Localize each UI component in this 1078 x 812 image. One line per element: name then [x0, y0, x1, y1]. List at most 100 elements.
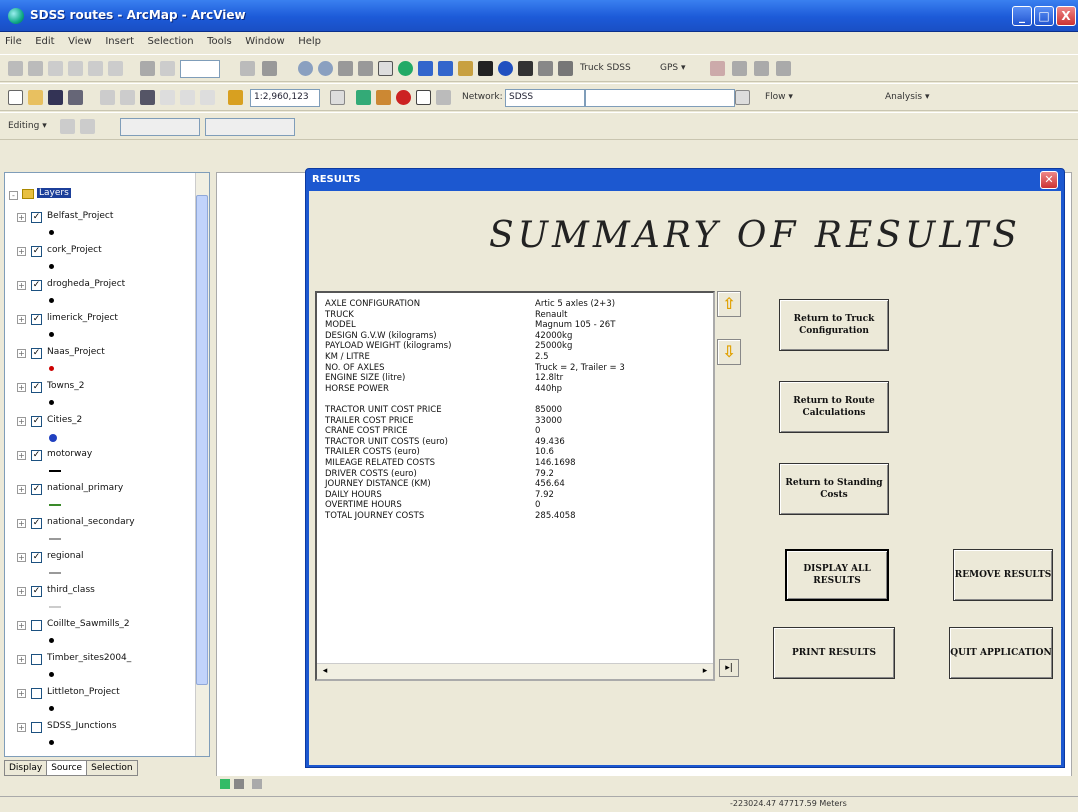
scroll-up-arrow-button[interactable]: ⇧ [717, 291, 741, 317]
tool-icon[interactable] [88, 61, 103, 76]
editing-menu[interactable]: Editing ▾ [8, 121, 47, 131]
analysis-menu[interactable]: Analysis ▾ [885, 92, 929, 102]
results-list[interactable]: AXLE CONFIGURATION Artic 5 axles (2+3) TRU… [315, 291, 715, 681]
close-window-button[interactable]: X [1056, 6, 1076, 26]
minimize-button[interactable]: _ [1012, 6, 1032, 26]
layer-name[interactable]: Coillte_Sawmills_2 [47, 619, 130, 629]
expand-toggle[interactable]: + [17, 213, 26, 222]
layer-visibility-checkbox[interactable] [31, 688, 42, 699]
results-hscrollbar[interactable]: ◂ ▸ [317, 663, 713, 679]
return-to-truck-button[interactable]: Return to Truck Configuration [779, 299, 889, 351]
expand-toggle[interactable]: + [17, 553, 26, 562]
layer-name[interactable]: national_secondary [47, 517, 135, 527]
scroll-left-arrow[interactable]: ◂ [318, 665, 332, 678]
print-icon[interactable] [68, 90, 83, 105]
tab-display[interactable]: Display [4, 760, 48, 776]
layer-name[interactable]: drogheda_Project [47, 279, 125, 289]
layer-visibility-checkbox[interactable]: ✓ [31, 246, 42, 257]
fixed-zoom-icon[interactable] [338, 61, 353, 76]
layer-visibility-checkbox[interactable]: ✓ [31, 416, 42, 427]
expand-toggle[interactable]: + [17, 383, 26, 392]
identify-icon[interactable] [498, 61, 513, 76]
scale-dropdown-icon[interactable] [330, 90, 345, 105]
cut-icon[interactable] [100, 90, 115, 105]
expand-toggle[interactable]: + [17, 281, 26, 290]
layer-name[interactable]: Cities_2 [47, 415, 82, 425]
layer-visibility-checkbox[interactable] [31, 620, 42, 631]
measure-icon[interactable] [538, 61, 553, 76]
expand-toggle[interactable]: + [17, 723, 26, 732]
network-dropdown-icon[interactable] [735, 90, 750, 105]
maximize-button[interactable]: □ [1034, 6, 1054, 26]
tool-icon[interactable] [754, 61, 769, 76]
toc-layer-item[interactable]: + ✓ limerick_Project [17, 313, 197, 351]
full-extent-icon[interactable] [398, 61, 413, 76]
toc-layer-item[interactable]: + Littleton_Project [17, 687, 197, 725]
select-elements-icon[interactable] [478, 61, 493, 76]
select-features-icon[interactable] [458, 61, 473, 76]
tool-icon[interactable] [776, 61, 791, 76]
print-results-button[interactable]: PRINT RESULTS [773, 627, 895, 679]
toc-layer-item[interactable]: + ✓ regional [17, 551, 197, 589]
expand-toggle[interactable]: + [17, 519, 26, 528]
tool-icon[interactable] [108, 61, 123, 76]
expand-toggle[interactable]: + [17, 417, 26, 426]
layer-visibility-checkbox[interactable] [31, 654, 42, 665]
task-select[interactable] [120, 118, 200, 136]
layer-name[interactable]: cork_Project [47, 245, 102, 255]
toc-layer-item[interactable]: + ✓ Naas_Project [17, 347, 197, 385]
layer-name[interactable]: Naas_Project [47, 347, 105, 357]
layer-name[interactable]: Belfast_Project [47, 211, 113, 221]
layer-name[interactable]: limerick_Project [47, 313, 118, 323]
toc-layer-item[interactable]: + ✓ Belfast_Project [17, 211, 197, 249]
tool-icon[interactable] [160, 61, 175, 76]
dialog-close-button[interactable]: ✕ [1040, 171, 1058, 189]
expand-toggle[interactable]: + [17, 587, 26, 596]
new-document-icon[interactable] [8, 90, 23, 105]
toc-layer-item[interactable]: + ✓ third_class [17, 585, 197, 623]
scroll-right-arrow[interactable]: ▸ [698, 665, 712, 678]
whats-this-icon[interactable] [436, 90, 451, 105]
expand-toggle[interactable]: + [17, 655, 26, 664]
add-data-icon[interactable] [228, 90, 243, 105]
return-to-standing-button[interactable]: Return to Standing Costs [779, 463, 889, 515]
quit-application-button[interactable]: QUIT APPLICATION [949, 627, 1053, 679]
data-view-icon[interactable] [220, 779, 230, 789]
scroll-down-arrow-button[interactable]: ⇩ [717, 339, 741, 365]
scroll-end-button[interactable]: ▸| [719, 659, 739, 677]
menu-window[interactable]: Window [240, 33, 289, 50]
tool-icon[interactable] [732, 61, 747, 76]
zoom-out-icon[interactable] [318, 61, 333, 76]
menu-tools[interactable]: Tools [202, 33, 237, 50]
collapse-toggle[interactable]: - [9, 191, 18, 200]
toc-layer-item[interactable]: + Timber_sites2004_ [17, 653, 197, 691]
toc-layer-item[interactable]: + ✓ national_primary [17, 483, 197, 521]
toc-layer-item[interactable]: + ✓ Towns_2 [17, 381, 197, 419]
toc-scroll-thumb[interactable] [196, 195, 208, 685]
toc-layer-item[interactable]: + SDSS_Junctions [17, 721, 197, 759]
copy-icon[interactable] [120, 90, 135, 105]
layer-name[interactable]: SDSS_Junctions [47, 721, 117, 731]
tool-icon[interactable] [710, 61, 725, 76]
redo-icon[interactable] [200, 90, 215, 105]
return-to-route-button[interactable]: Return to Route Calculations [779, 381, 889, 433]
menu-edit[interactable]: Edit [30, 33, 59, 50]
tab-source[interactable]: Source [46, 760, 88, 776]
paste-icon[interactable] [140, 90, 155, 105]
tool-icon[interactable] [240, 61, 255, 76]
display-all-results-button[interactable]: DISPLAY ALL RESULTS [785, 549, 889, 601]
layer-visibility-checkbox[interactable]: ✓ [31, 484, 42, 495]
tool-icon[interactable] [68, 61, 83, 76]
layer-name[interactable]: national_primary [47, 483, 123, 493]
gps-menu[interactable]: GPS ▾ [660, 63, 686, 73]
menu-insert[interactable]: Insert [100, 33, 139, 50]
print-icon[interactable] [262, 61, 277, 76]
toc-layer-item[interactable]: + Coillte_Sawmills_2 [17, 619, 197, 657]
flow-menu[interactable]: Flow ▾ [765, 92, 793, 102]
sketch-tool-icon[interactable] [80, 119, 95, 134]
arctoolbox-icon[interactable] [376, 90, 391, 105]
layer-visibility-checkbox[interactable]: ✓ [31, 280, 42, 291]
expand-toggle[interactable]: + [17, 349, 26, 358]
toc-layer-item[interactable]: + ✓ drogheda_Project [17, 279, 197, 317]
network-layer-select[interactable] [585, 89, 735, 107]
